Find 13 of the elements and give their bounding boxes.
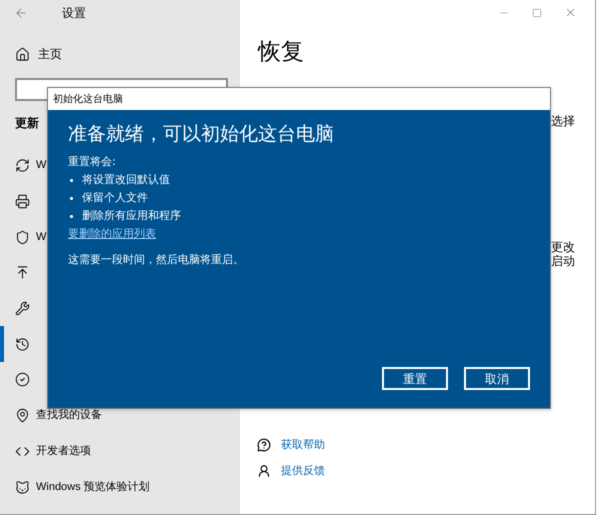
bullet-text: 将设置改回默认值 [82, 172, 170, 188]
setting-text: 选择 [551, 114, 575, 128]
section-heading: 更新 [15, 116, 40, 131]
window-title: 设置 [62, 4, 86, 22]
setting-text: 启动 [551, 254, 575, 268]
bullet-text: 删除所有应用和程序 [82, 208, 181, 224]
intro-text: 重置将会: [68, 154, 117, 170]
dialog-title: 初始化这台电脑 [53, 92, 123, 106]
setting-text: 更改 [551, 240, 575, 254]
page-title: 恢复 [258, 38, 304, 67]
note-text: 这需要一段时间，然后电脑将重启。 [68, 252, 245, 268]
bullet-text: 保留个人文件 [82, 190, 148, 206]
dialog-heading: 准备就绪，可以初始化这台电脑 [68, 122, 335, 146]
